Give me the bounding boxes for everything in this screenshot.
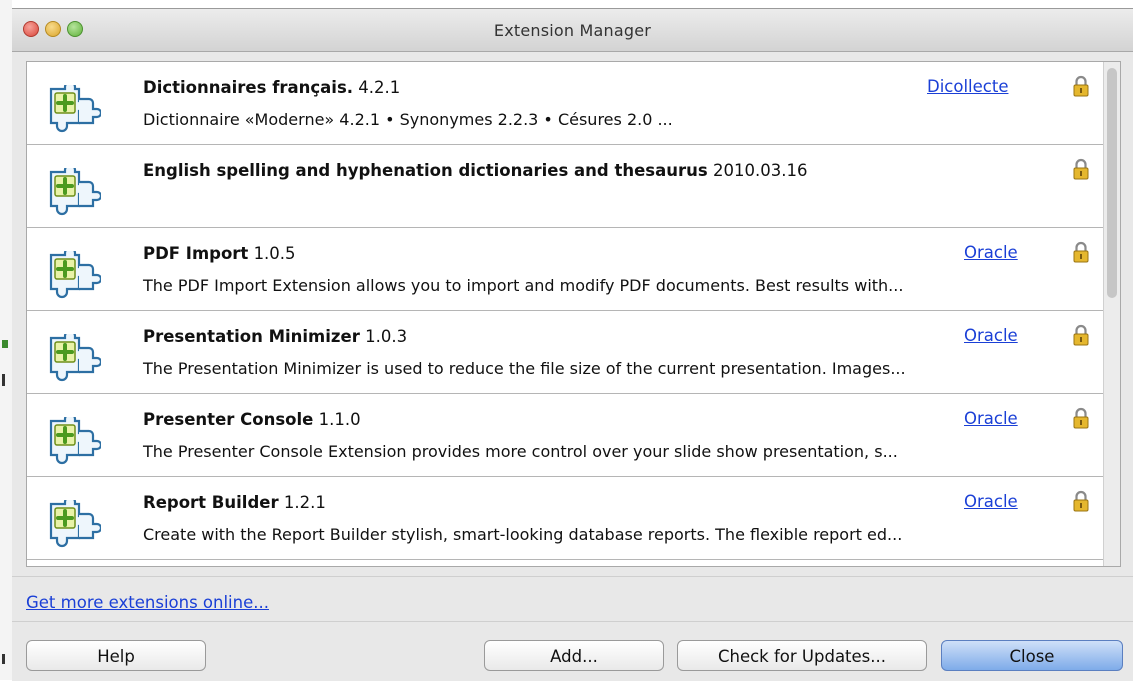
desktop-marker [2,654,5,664]
extension-row[interactable]: Presentation Minimizer 1.0.3 The Presenta… [27,311,1103,394]
extension-name: Presentation Minimizer [143,327,360,346]
lock-icon [1072,158,1090,180]
lock-icon [1072,407,1090,429]
divider [12,621,1133,622]
puzzle-plus-icon [45,80,103,135]
window-title: Extension Manager [493,21,652,40]
extension-description: The Presenter Console Extension provides… [143,442,898,461]
check-for-updates-button[interactable]: Check for Updates... [677,640,927,671]
extension-title: English spelling and hyphenation diction… [143,161,807,180]
extension-name: English spelling and hyphenation diction… [143,161,708,180]
desktop-edge [0,0,12,680]
extension-list[interactable]: Dictionnaires français. 4.2.1 Dictionnair… [26,61,1121,567]
vertical-scrollbar[interactable] [1103,62,1120,566]
extension-title: Presentation Minimizer 1.0.3 [143,327,407,346]
extension-row[interactable]: Report Builder 1.2.1 Create with the Repo… [27,477,1103,560]
lock-icon [1072,75,1090,97]
puzzle-plus-icon [45,329,103,384]
lock-icon [1072,490,1090,512]
puzzle-plus-icon [45,163,103,218]
extension-version: 4.2.1 [358,78,401,97]
desktop-marker [2,340,8,348]
extension-title: Presenter Console 1.1.0 [143,410,361,429]
extension-description: Dictionnaire «Moderne» 4.2.1 • Synonymes… [143,110,673,129]
publisher-link[interactable]: Oracle [964,326,1018,345]
extension-row[interactable]: Dictionnaires français. 4.2.1 Dictionnair… [27,62,1103,145]
extension-row[interactable]: PDF Import 1.0.5 The PDF Import Extension… [27,228,1103,311]
extension-version: 1.0.5 [253,244,296,263]
publisher-link[interactable]: Oracle [964,409,1018,428]
publisher-link[interactable]: Dicollecte [927,77,1008,96]
extension-name: Report Builder [143,493,279,512]
puzzle-plus-icon [45,412,103,467]
lock-icon [1072,324,1090,346]
publisher-link[interactable]: Oracle [964,243,1018,262]
lock-icon [1072,241,1090,263]
extension-title: Report Builder 1.2.1 [143,493,326,512]
extension-description: Create with the Report Builder stylish, … [143,525,903,544]
extension-name: Dictionnaires français. [143,78,354,97]
extension-row[interactable]: Presenter Console 1.1.0 The Presenter Con… [27,394,1103,477]
extension-version: 1.1.0 [318,410,361,429]
scroll-thumb[interactable] [1107,68,1117,298]
puzzle-plus-icon [45,495,103,550]
extension-version: 2010.03.16 [712,161,808,180]
extension-row[interactable]: English spelling and hyphenation diction… [27,145,1103,228]
extension-version: 1.2.1 [283,493,326,512]
extension-version: 1.0.3 [365,327,408,346]
extension-manager-window: Extension Manager Dictionnaires français… [12,8,1133,681]
extension-name: PDF Import [143,244,249,263]
add-button[interactable]: Add... [484,640,664,671]
puzzle-plus-icon [45,246,103,301]
close-button[interactable]: Close [941,640,1123,671]
extension-description: The PDF Import Extension allows you to i… [143,276,904,295]
divider [12,576,1133,577]
extension-description: The Presentation Minimizer is used to re… [143,359,906,378]
extension-title: Dictionnaires français. 4.2.1 [143,78,400,97]
help-button[interactable]: Help [26,640,206,671]
extension-name: Presenter Console [143,410,314,429]
title-bar[interactable]: Extension Manager [12,9,1133,52]
extension-title: PDF Import 1.0.5 [143,244,296,263]
desktop-marker [2,374,5,386]
publisher-link[interactable]: Oracle [964,492,1018,511]
get-more-extensions-link[interactable]: Get more extensions online... [26,593,269,612]
